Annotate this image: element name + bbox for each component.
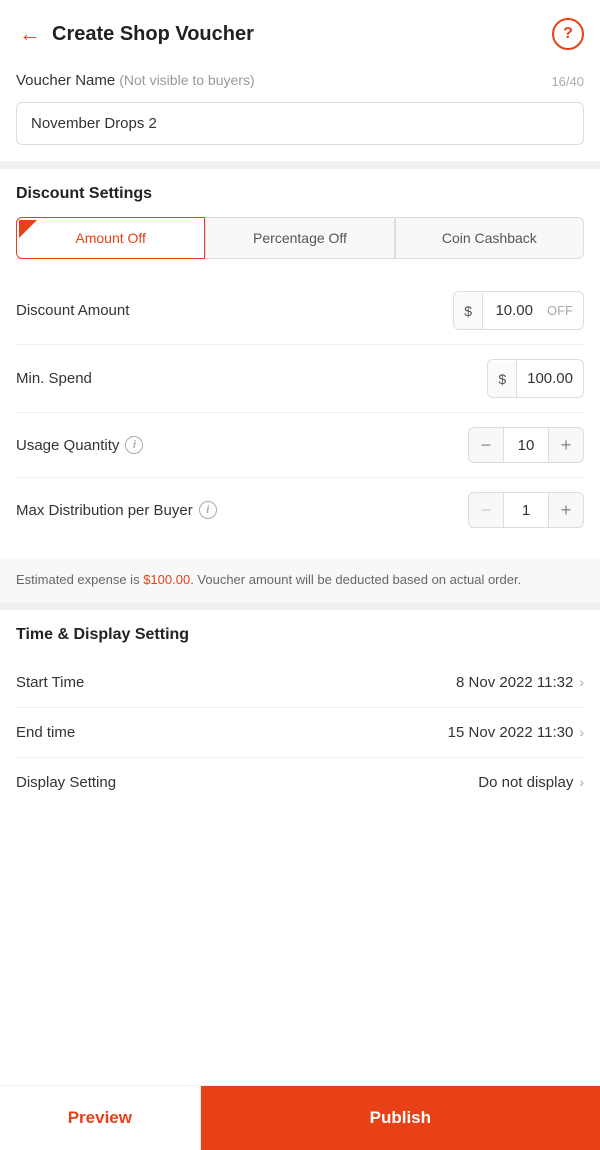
check-icon [19, 220, 37, 238]
end-time-row[interactable]: End time 15 Nov 2022 11:30 › [16, 708, 584, 758]
usage-quantity-decrement[interactable]: − [468, 427, 504, 463]
expense-banner: Estimated expense is $100.00. Voucher am… [0, 558, 600, 602]
time-display-title: Time & Display Setting [16, 626, 584, 644]
usage-quantity-increment[interactable]: + [548, 427, 584, 463]
max-distribution-decrement[interactable]: − [468, 492, 504, 528]
start-time-value-wrapper: 8 Nov 2022 11:32 › [456, 674, 584, 691]
start-time-value: 8 Nov 2022 11:32 [456, 674, 573, 691]
display-setting-label: Display Setting [16, 774, 116, 791]
tab-amount-off[interactable]: Amount Off [16, 217, 205, 259]
help-button[interactable]: ? [552, 18, 584, 50]
header: ← Create Shop Voucher ? [0, 0, 600, 68]
min-spend-currency: $ [488, 361, 517, 397]
help-icon: ? [563, 25, 573, 43]
tab-percentage-off[interactable]: Percentage Off [205, 217, 394, 259]
end-time-value: 15 Nov 2022 11:30 [448, 724, 574, 741]
min-spend-value: 100.00 [517, 360, 583, 397]
max-distribution-value: 1 [504, 492, 548, 528]
start-time-chevron-icon: › [579, 674, 584, 690]
usage-quantity-label: Usage Quantity i [16, 436, 143, 454]
max-distribution-info-icon[interactable]: i [199, 501, 217, 519]
off-label: OFF [543, 293, 583, 328]
usage-quantity-row: Usage Quantity i − 10 + [16, 413, 584, 478]
tab-coin-cashback[interactable]: Coin Cashback [395, 217, 584, 259]
preview-button[interactable]: Preview [0, 1086, 201, 1150]
discount-amount-label: Discount Amount [16, 302, 129, 319]
char-count: 16/40 [551, 74, 584, 89]
max-distribution-increment[interactable]: + [548, 492, 584, 528]
voucher-name-label: Voucher Name(Not visible to buyers) [16, 72, 255, 90]
end-time-chevron-icon: › [579, 724, 584, 740]
display-setting-chevron-icon: › [579, 774, 584, 790]
end-time-value-wrapper: 15 Nov 2022 11:30 › [448, 724, 584, 741]
usage-quantity-stepper: − 10 + [468, 427, 584, 463]
discount-amount-input[interactable]: $ 10.00 OFF [453, 291, 584, 330]
max-distribution-label: Max Distribution per Buyer i [16, 501, 217, 519]
max-distribution-stepper: − 1 + [468, 492, 584, 528]
usage-quantity-value: 10 [504, 427, 548, 463]
usage-quantity-info-icon[interactable]: i [125, 436, 143, 454]
end-time-label: End time [16, 724, 75, 741]
currency-symbol: $ [454, 293, 483, 329]
back-button[interactable]: ← [12, 16, 48, 52]
discount-tabs: Amount Off Percentage Off Coin Cashback [16, 217, 584, 259]
expense-amount: $100.00 [143, 572, 190, 587]
publish-button[interactable]: Publish [201, 1086, 600, 1150]
display-setting-value: Do not display [478, 774, 573, 791]
min-spend-label: Min. Spend [16, 370, 92, 387]
voucher-name-input[interactable] [16, 102, 584, 145]
discount-settings-section: Discount Settings Amount Off Percentage … [0, 161, 600, 558]
display-setting-value-wrapper: Do not display › [478, 774, 584, 791]
min-spend-input[interactable]: $ 100.00 [487, 359, 584, 398]
start-time-row[interactable]: Start Time 8 Nov 2022 11:32 › [16, 658, 584, 708]
display-setting-row[interactable]: Display Setting Do not display › [16, 758, 584, 807]
discount-settings-title: Discount Settings [16, 185, 584, 203]
min-spend-row: Min. Spend $ 100.00 [16, 345, 584, 413]
screen: ← Create Shop Voucher ? Voucher Name(Not… [0, 0, 600, 1150]
time-display-section: Time & Display Setting Start Time 8 Nov … [0, 602, 600, 823]
start-time-label: Start Time [16, 674, 84, 691]
back-arrow-icon: ← [19, 23, 41, 45]
voucher-name-field-row: Voucher Name(Not visible to buyers) 16/4… [16, 72, 584, 90]
voucher-name-section: Voucher Name(Not visible to buyers) 16/4… [0, 68, 600, 161]
discount-amount-row: Discount Amount $ 10.00 OFF [16, 277, 584, 345]
max-distribution-row: Max Distribution per Buyer i − 1 + [16, 478, 584, 542]
bottom-buttons: Preview Publish [0, 1085, 600, 1150]
page-title: Create Shop Voucher [52, 23, 552, 46]
discount-amount-value: 10.00 [483, 292, 543, 329]
